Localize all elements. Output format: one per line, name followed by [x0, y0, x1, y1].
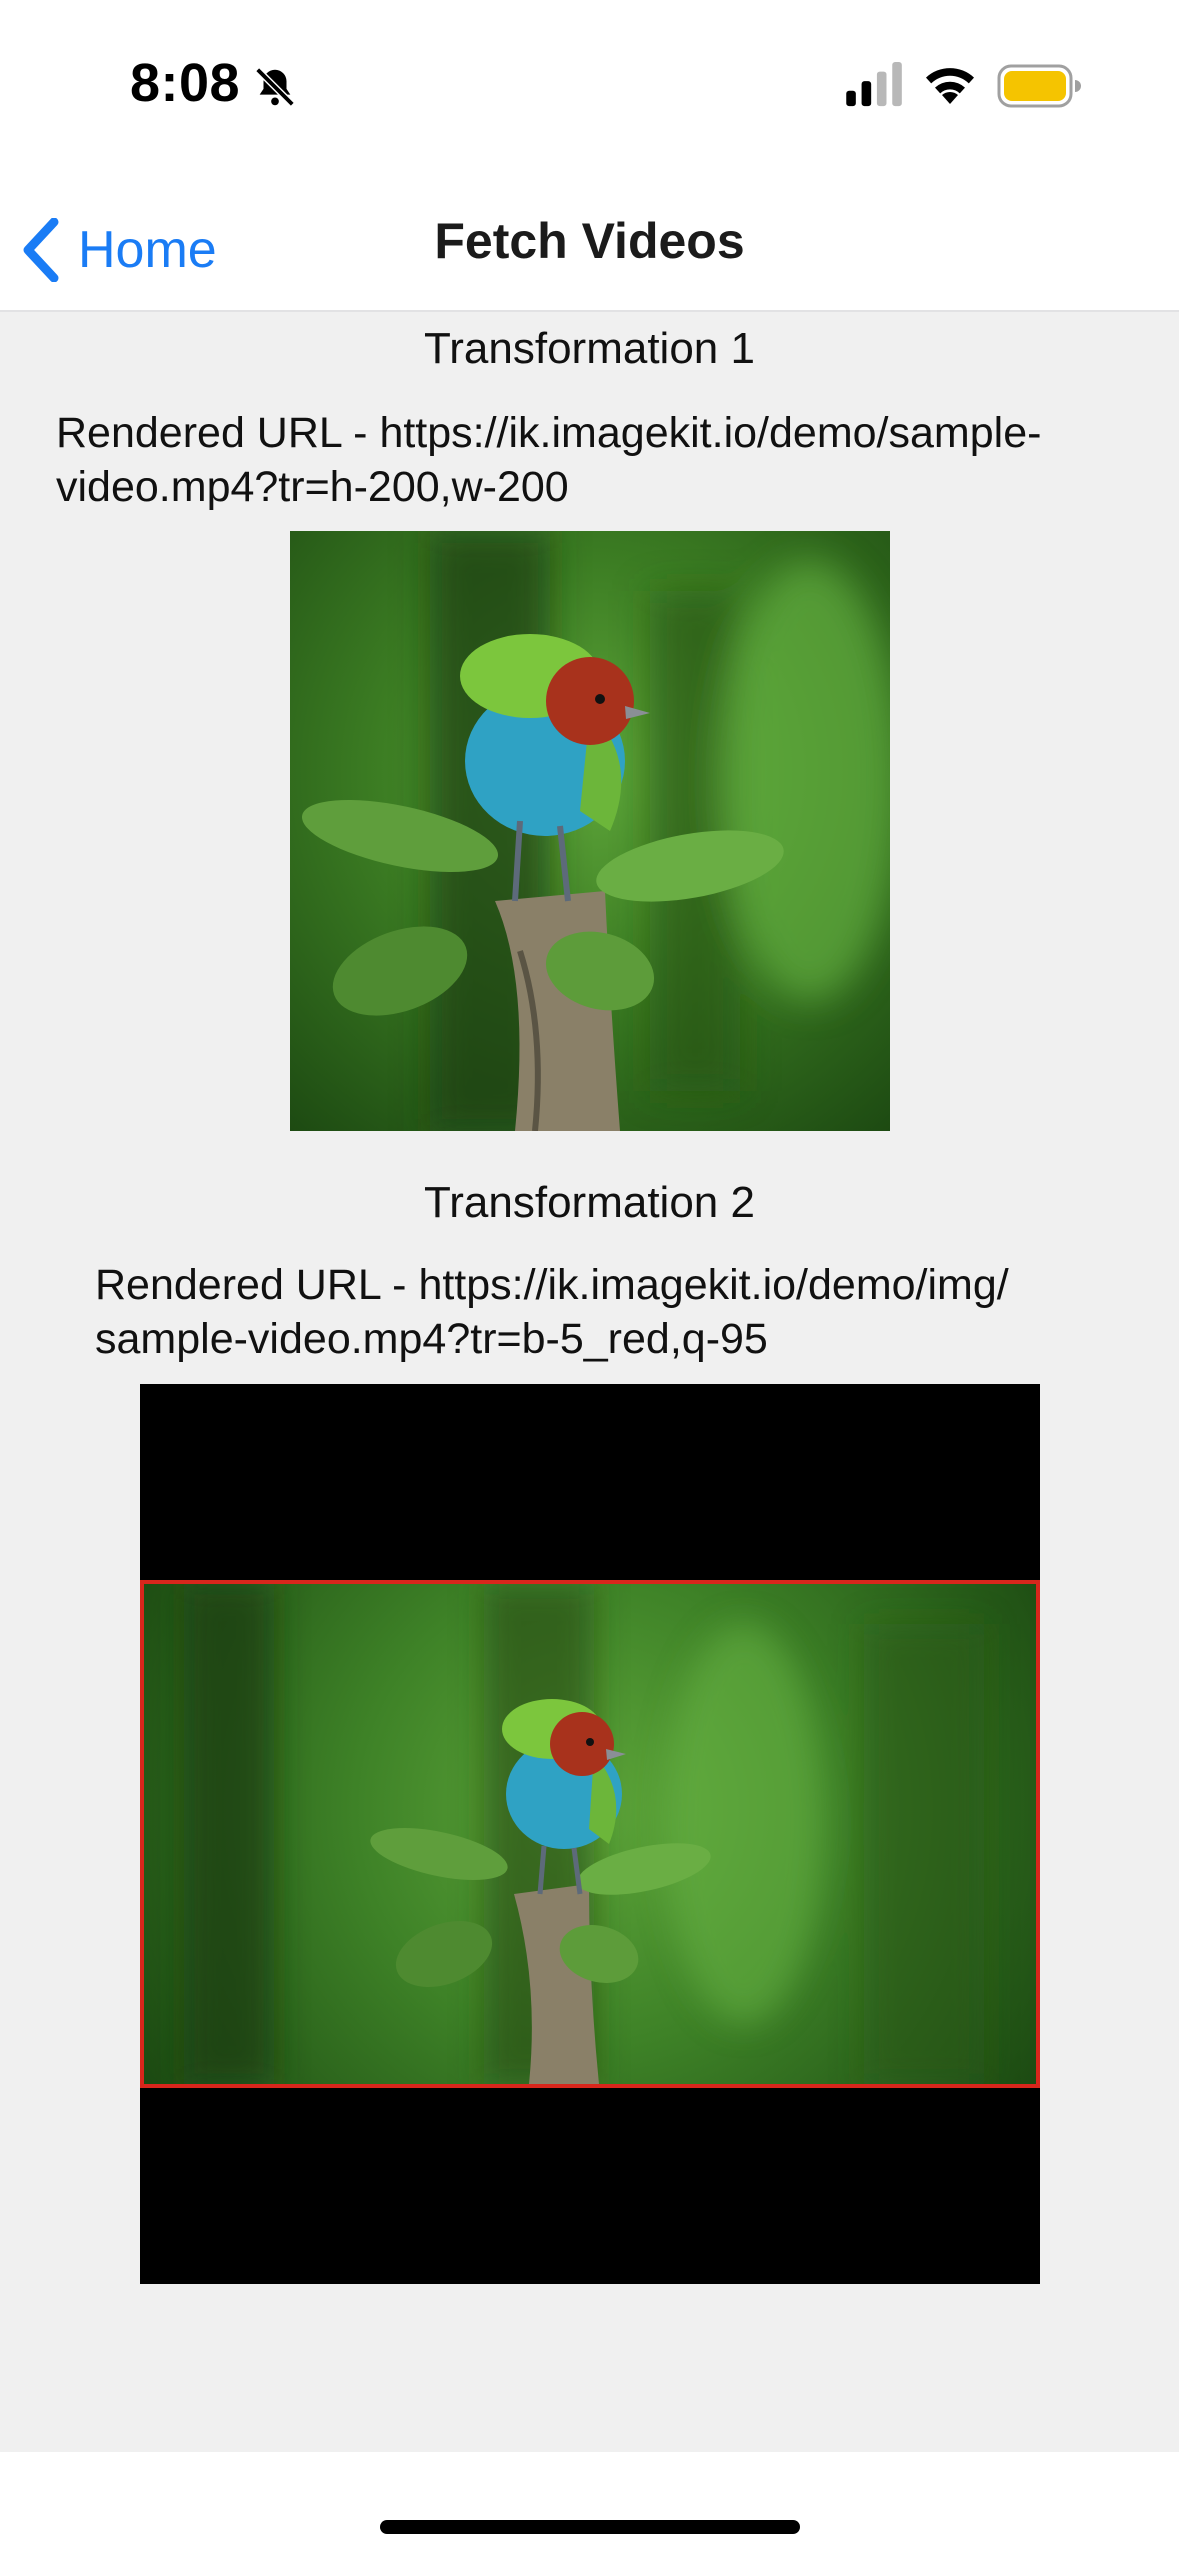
transformation-2-title: Transformation 2 — [424, 1178, 755, 1227]
bird-video-frame-2 — [184, 1584, 984, 2084]
video-player-2[interactable] — [140, 1384, 1040, 2284]
bell-off-icon — [255, 67, 295, 107]
transformation-1-url-line1: Rendered URL - https://ik.imagekit.io/de… — [56, 409, 1042, 457]
status-time: 8:08 — [130, 53, 241, 113]
transformation-1-url: Rendered URL - https://ik.imagekit.io/de… — [56, 406, 1041, 514]
status-bar: 8:08 — [0, 0, 1179, 170]
navigation-bar: Home Fetch Videos — [0, 170, 1179, 312]
video-frame-red-border — [140, 1580, 1040, 2088]
cellular-signal-icon — [846, 62, 902, 107]
transformation-1-title: Transformation 1 — [424, 324, 755, 373]
transformation-2-url-line2: sample-video.mp4?tr=b-5_red,q-95 — [95, 1315, 768, 1363]
wifi-icon — [926, 68, 974, 104]
transformation-2-url-line1: Rendered URL - https://ik.imagekit.io/de… — [95, 1261, 1009, 1309]
home-indicator[interactable] — [380, 2520, 800, 2534]
battery-icon — [997, 64, 1081, 108]
home-indicator-area — [0, 2452, 1179, 2556]
transformation-1-url-line2: video.mp4?tr=h-200,w-200 — [56, 463, 569, 511]
transformation-2-url: Rendered URL - https://ik.imagekit.io/de… — [95, 1258, 1009, 1366]
bird-video-frame-1 — [301, 531, 890, 1131]
video-player-1[interactable] — [290, 531, 890, 1131]
content-area: Transformation 1 Rendered URL - https://… — [0, 312, 1179, 2452]
page-title: Fetch Videos — [434, 213, 745, 269]
